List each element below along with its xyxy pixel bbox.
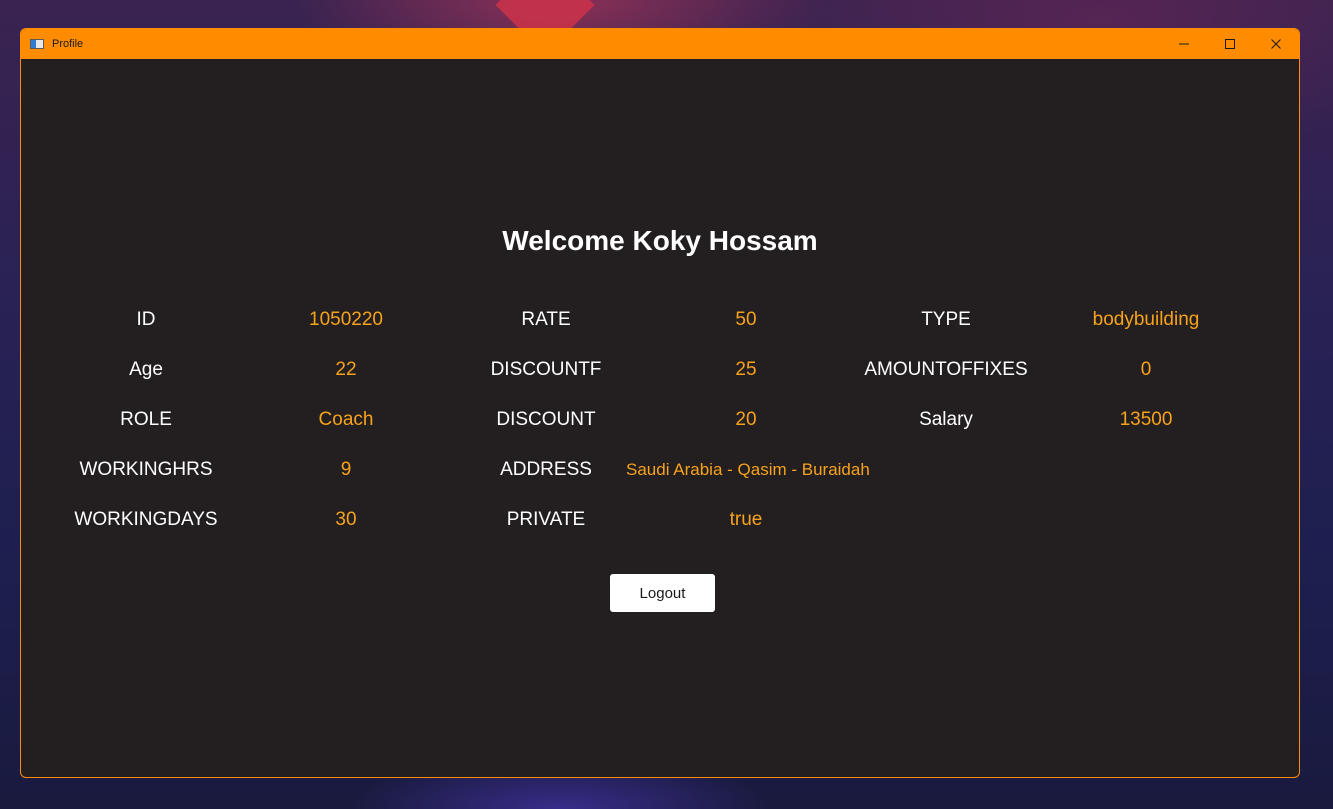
- address-value: Saudi Arabia - Qasim - Buraidah: [626, 460, 870, 479]
- welcome-heading: Welcome Koky Hossam: [502, 225, 818, 256]
- app-icon: [30, 39, 44, 49]
- workinghrs-value: 9: [340, 459, 352, 480]
- discountf-value: 25: [735, 359, 757, 380]
- maximize-button[interactable]: [1207, 29, 1253, 59]
- workingdays-label: WORKINGDAYS: [74, 509, 218, 530]
- minimize-icon: [1179, 43, 1189, 45]
- rate-value: 50: [735, 309, 757, 330]
- salary-label: Salary: [919, 409, 973, 430]
- rate-label: RATE: [521, 309, 571, 330]
- id-value: 1050220: [309, 309, 383, 330]
- private-value: true: [729, 509, 763, 530]
- workinghrs-label: WORKINGHRS: [79, 459, 213, 480]
- discount-value: 20: [735, 409, 757, 430]
- age-label: Age: [129, 359, 163, 380]
- profile-content: Welcome Koky Hossam ID 1050220 Age 22 RO…: [21, 59, 1299, 777]
- window-title: Profile: [52, 38, 84, 50]
- close-icon: [1271, 39, 1281, 49]
- type-label: TYPE: [921, 309, 971, 330]
- role-label: ROLE: [120, 409, 172, 430]
- profile-window: Profile Welcome Koky Hossam ID 1050220 A…: [20, 28, 1300, 778]
- title-bar[interactable]: Profile: [21, 29, 1299, 59]
- workingdays-value: 30: [335, 509, 357, 530]
- salary-value: 13500: [1119, 409, 1173, 430]
- close-button[interactable]: [1253, 29, 1299, 59]
- window-controls: [1161, 29, 1299, 59]
- minimize-button[interactable]: [1161, 29, 1207, 59]
- amountoffixes-label: AMOUNTOFFIXES: [864, 359, 1028, 380]
- type-value: bodybuilding: [1092, 309, 1200, 330]
- maximize-icon: [1225, 39, 1235, 49]
- age-value: 22: [335, 359, 357, 380]
- id-label: ID: [136, 309, 156, 330]
- discountf-label: DISCOUNTF: [490, 359, 602, 380]
- role-value: Coach: [318, 409, 374, 430]
- logout-button[interactable]: Logout: [610, 574, 715, 612]
- address-label: ADDRESS: [500, 459, 592, 480]
- discount-label: DISCOUNT: [496, 409, 596, 430]
- amountoffixes-value: 0: [1140, 359, 1152, 380]
- private-label: PRIVATE: [506, 509, 586, 530]
